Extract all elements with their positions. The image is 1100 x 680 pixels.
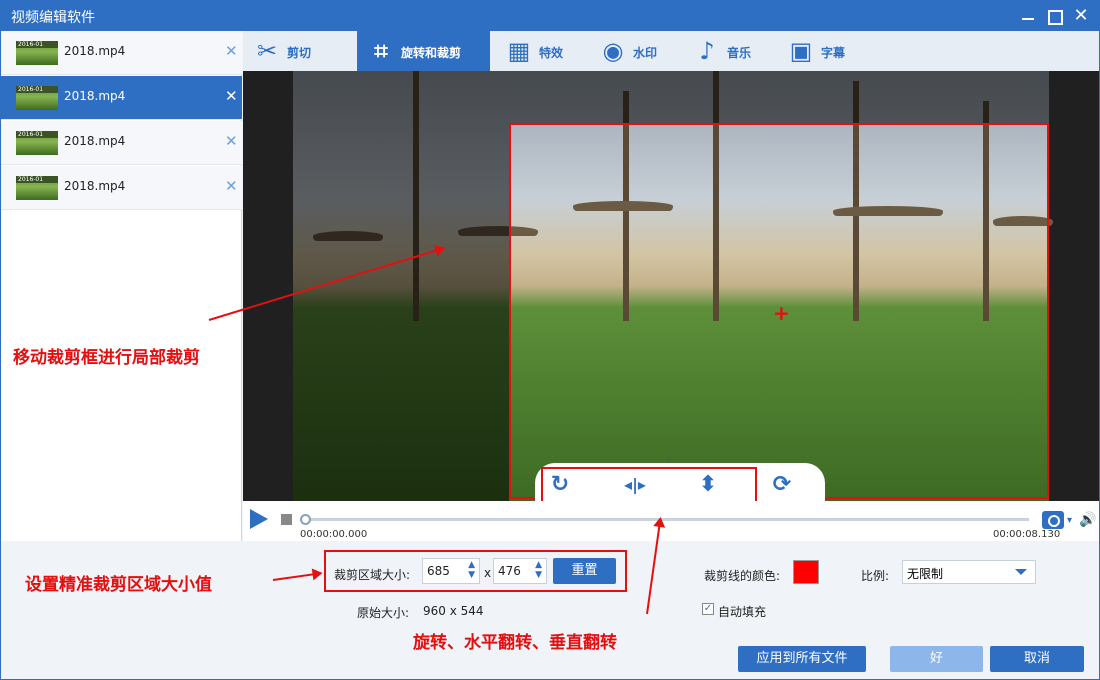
video-thumbnail: 2016-01	[16, 41, 58, 65]
crop-height-value: 476	[498, 564, 521, 578]
crop-height-input[interactable]: 476 ▲ ▼	[493, 558, 547, 584]
tab-cut[interactable]: ✂ 剪切	[243, 31, 353, 71]
window-title: 视频编辑软件	[11, 10, 95, 26]
video-preview: +	[243, 71, 1099, 501]
size-separator: x	[484, 566, 492, 580]
video-thumbnail: 2016-01	[16, 86, 58, 110]
stepper-arrows-icon[interactable]: ▲ ▼	[535, 560, 542, 580]
reset-rotation-icon[interactable]: ⟳	[767, 471, 797, 499]
file-item[interactable]: 2016-01 2018.mp4 ✕	[1, 121, 242, 165]
remove-file-icon[interactable]: ✕	[225, 132, 238, 150]
crop-line-color-label: 裁剪线的颜色:	[704, 569, 781, 583]
video-thumbnail: 2016-01	[16, 131, 58, 155]
tab-music[interactable]: ♪ 音乐	[683, 31, 773, 71]
ok-button[interactable]: 好	[890, 646, 983, 672]
thumbnail-caption: 2016-01	[16, 86, 58, 93]
ratio-select[interactable]: 无限制	[902, 560, 1036, 584]
rotate-icon[interactable]: ↻	[545, 471, 575, 499]
tab-label: 水印	[633, 46, 658, 60]
thumbnail-caption: 2016-01	[16, 41, 58, 48]
volume-icon[interactable]: 🔊	[1079, 512, 1096, 528]
stop-icon[interactable]	[281, 514, 292, 525]
reset-button[interactable]: 重置	[553, 558, 616, 584]
crop-center-icon[interactable]: +	[773, 303, 790, 323]
ratio-label: 比例:	[861, 569, 890, 583]
original-size-value: 960 x 544	[423, 604, 484, 618]
tab-rotate-crop[interactable]: ⌗ 旋转和裁剪	[357, 31, 490, 71]
close-window-button[interactable]: ✕	[1072, 7, 1090, 25]
original-size-label: 原始大小:	[357, 606, 410, 620]
auto-fill-label: 自动填充	[718, 605, 767, 619]
video-thumbnail: 2016-01	[16, 176, 58, 200]
tab-label: 字幕	[821, 46, 846, 60]
current-time: 00:00:00.000	[300, 529, 368, 540]
app-window: 视频编辑软件 ✕ 2016-01 2018.mp4 ✕ 2016-01 2018…	[0, 0, 1100, 680]
tab-effects[interactable]: ▦ 特效	[495, 31, 585, 71]
flip-vertical-icon[interactable]: ⬍	[693, 471, 723, 499]
effects-film-icon: ▦	[507, 37, 531, 65]
crop-size-label: 裁剪区域大小:	[334, 568, 411, 582]
music-note-icon: ♪	[699, 37, 715, 65]
snapshot-dropdown-icon[interactable]: ▾	[1067, 515, 1072, 526]
tab-label: 音乐	[727, 46, 752, 60]
playback-bar	[243, 501, 1099, 541]
stepper-arrows-icon[interactable]: ▲ ▼	[468, 560, 475, 580]
watermark-icon: ◉	[602, 37, 624, 65]
ratio-value: 无限制	[907, 567, 944, 581]
annotation-rotate-flip: 旋转、水平翻转、垂直翻转	[413, 633, 617, 653]
annotation-move-crop: 移动裁剪框进行局部裁剪	[13, 348, 200, 368]
snapshot-camera-icon[interactable]	[1042, 511, 1064, 529]
file-name: 2018.mp4	[64, 89, 126, 103]
total-time: 00:00:08.130	[993, 529, 1061, 540]
tab-watermark[interactable]: ◉ 水印	[589, 31, 679, 71]
tab-label: 剪切	[287, 46, 312, 60]
subtitle-icon: ▣	[789, 37, 813, 65]
flip-horizontal-icon[interactable]: ◂|▸	[617, 471, 653, 499]
chevron-down-icon	[1015, 569, 1027, 575]
auto-fill-checkbox[interactable]: ✓	[702, 603, 714, 615]
annotation-set-size: 设置精准裁剪区域大小值	[25, 575, 212, 595]
timeline-handle[interactable]	[300, 514, 311, 525]
thumbnail-caption: 2016-01	[16, 176, 58, 183]
crop-icon: ⌗	[374, 37, 388, 65]
title-bar: 视频编辑软件 ✕	[1, 1, 1099, 31]
crop-width-input[interactable]: 685 ▲ ▼	[422, 558, 480, 584]
remove-file-icon[interactable]: ✕	[225, 87, 238, 105]
tab-label: 旋转和裁剪	[401, 46, 462, 60]
maximize-button[interactable]	[1045, 7, 1063, 25]
thumbnail-caption: 2016-01	[16, 131, 58, 138]
scissors-icon: ✂	[256, 37, 278, 65]
apply-to-all-button[interactable]: 应用到所有文件	[738, 646, 866, 672]
file-item[interactable]: 2016-01 2018.mp4 ✕	[1, 31, 242, 75]
cancel-button[interactable]: 取消	[990, 646, 1084, 672]
tab-subtitle[interactable]: ▣ 字幕	[777, 31, 867, 71]
editor-tab-bar: ✂ 剪切 ⌗ 旋转和裁剪 ▦ 特效 ◉ 水印 ♪ 音乐 ▣ 字幕	[243, 31, 1099, 71]
file-name: 2018.mp4	[64, 134, 126, 148]
file-name: 2018.mp4	[64, 179, 126, 193]
file-name: 2018.mp4	[64, 44, 126, 58]
crop-line-color-swatch[interactable]	[793, 560, 819, 584]
file-item-selected[interactable]: 2016-01 2018.mp4 ✕	[1, 76, 242, 120]
tab-label: 特效	[539, 46, 564, 60]
file-item[interactable]: 2016-01 2018.mp4 ✕	[1, 166, 242, 210]
minimize-button[interactable]	[1019, 7, 1037, 25]
play-icon[interactable]	[250, 509, 268, 529]
file-list: 2016-01 2018.mp4 ✕ 2016-01 2018.mp4 ✕ 20…	[1, 31, 242, 541]
crop-width-value: 685	[427, 564, 450, 578]
remove-file-icon[interactable]: ✕	[225, 42, 238, 60]
remove-file-icon[interactable]: ✕	[225, 177, 238, 195]
